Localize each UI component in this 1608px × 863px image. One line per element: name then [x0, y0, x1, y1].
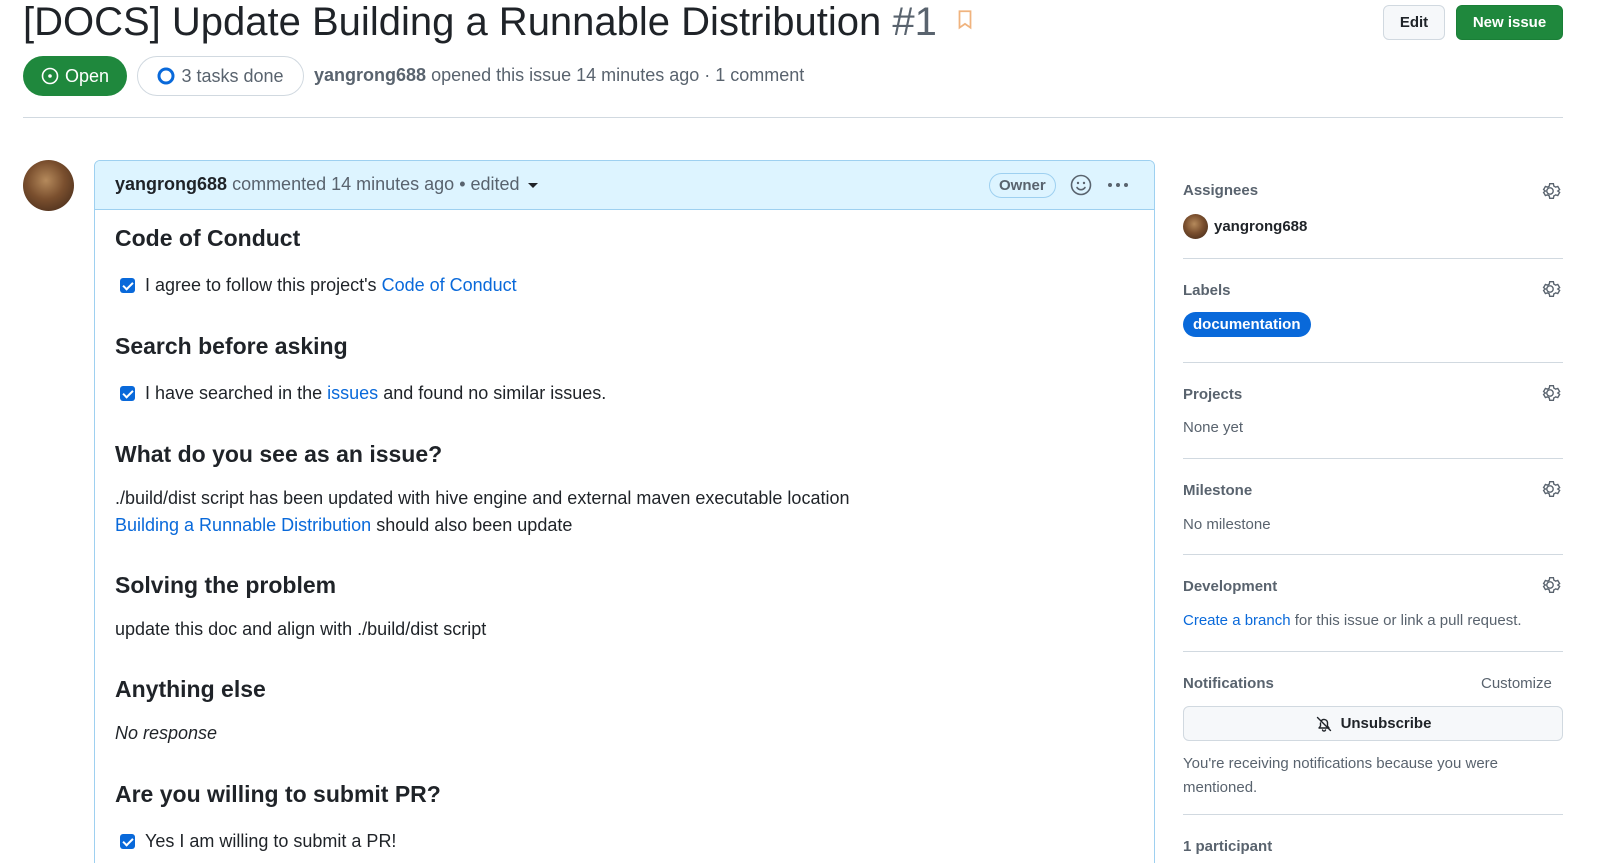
projects-value: None yet	[1183, 419, 1244, 436]
comment-meta: yangrong688 commented 14 minutes ago • e…	[115, 174, 538, 195]
unsubscribe-label: Unsubscribe	[1340, 715, 1432, 732]
issue-title-text: [DOCS] Update Building a Runnable Distri…	[23, 0, 882, 44]
coc-task: I agree to follow this project's Code of…	[120, 275, 517, 296]
projects-gear-icon[interactable]	[1539, 382, 1561, 404]
edited-label: • edited	[459, 174, 520, 194]
assignees-heading: Assignees	[1183, 182, 1259, 199]
assignee-item[interactable]: yangrong688	[1183, 214, 1307, 239]
caret-down-icon	[527, 182, 538, 188]
assignee-avatar	[1183, 214, 1208, 239]
bell-slash-icon	[1316, 716, 1331, 732]
sidebar-divider	[1183, 362, 1563, 363]
sidebar-divider	[1183, 554, 1563, 555]
smiley-icon[interactable]	[1070, 174, 1092, 196]
issue-opened-icon	[41, 67, 59, 85]
search-heading: Search before asking	[115, 333, 348, 359]
issue-author-link[interactable]: yangrong688	[314, 65, 426, 85]
issue-opened-text: opened this issue 14 minutes ago · 1 com…	[431, 65, 805, 85]
issue-line-2-post: should also been update	[376, 515, 573, 535]
tasks-badge[interactable]: 3 tasks done	[137, 56, 304, 96]
search-checkbox[interactable]	[120, 386, 135, 401]
label-documentation[interactable]: documentation	[1183, 312, 1311, 337]
issue-line-1: ./build/dist script has been updated wit…	[115, 488, 850, 508]
owner-badge: Owner	[989, 173, 1056, 198]
header-divider	[23, 117, 1563, 118]
assignees-gear-icon[interactable]	[1539, 180, 1561, 202]
development-text-post: for this issue or link a pull request.	[1294, 612, 1522, 629]
pr-text: Yes I am willing to submit a PR!	[145, 831, 397, 851]
development-heading: Development	[1183, 578, 1278, 595]
issue-number: #1	[892, 0, 937, 44]
comment-author-link[interactable]: yangrong688	[115, 174, 227, 194]
issue-comment: yangrong688 commented 14 minutes ago • e…	[94, 160, 1155, 863]
new-issue-button[interactable]: New issue	[1456, 5, 1563, 40]
solve-text: update this doc and align with ./build/d…	[115, 619, 487, 639]
else-text: No response	[115, 723, 218, 743]
issue-meta: yangrong688 opened this issue 14 minutes…	[314, 65, 804, 86]
pr-task: Yes I am willing to submit a PR!	[120, 831, 396, 852]
labels-heading: Labels	[1183, 282, 1231, 299]
edit-button[interactable]: Edit	[1383, 5, 1445, 40]
notification-reason: You're receiving notifications because y…	[1183, 755, 1498, 796]
milestone-gear-icon[interactable]	[1539, 478, 1561, 500]
avatar[interactable]	[23, 160, 74, 211]
comment-header: yangrong688 commented 14 minutes ago • e…	[95, 161, 1154, 210]
coc-text: I agree to follow this project's Code of…	[145, 275, 517, 296]
tasks-label: 3 tasks done	[181, 65, 284, 86]
pr-heading: Are you willing to submit PR?	[115, 781, 441, 807]
comment-edited-dropdown[interactable]: • edited	[459, 174, 538, 194]
issue-line-2: Building a Runnable Distribution should …	[115, 515, 572, 536]
issues-link[interactable]: issues	[327, 383, 378, 403]
progress-circle-icon	[157, 67, 175, 85]
bookmark-icon[interactable]	[956, 9, 974, 31]
customize-link[interactable]: Customize	[1481, 675, 1552, 692]
sidebar-divider	[1183, 258, 1563, 259]
issue-state-badge: Open	[23, 56, 127, 96]
issue-state-label: Open	[64, 65, 110, 86]
search-text: I have searched in the issues and found …	[145, 383, 606, 404]
issue-heading: What do you see as an issue?	[115, 441, 443, 467]
development-text: Create a branch for this issue or link a…	[1183, 612, 1522, 629]
milestone-heading: Milestone	[1183, 482, 1253, 499]
coc-heading: Code of Conduct	[115, 225, 301, 251]
pr-checkbox[interactable]	[120, 834, 135, 849]
search-text-post: and found no similar issues.	[383, 383, 607, 403]
unsubscribe-button[interactable]: Unsubscribe	[1183, 706, 1563, 741]
assignee-name: yangrong688	[1214, 218, 1308, 235]
issue-title: [DOCS] Update Building a Runnable Distri…	[23, 0, 974, 44]
comment-time[interactable]: commented 14 minutes ago	[232, 174, 454, 194]
participants-heading: 1 participant	[1183, 838, 1273, 855]
labels-gear-icon[interactable]	[1539, 278, 1561, 300]
coc-link[interactable]: Code of Conduct	[382, 275, 517, 295]
sidebar-divider	[1183, 651, 1563, 652]
projects-heading: Projects	[1183, 386, 1243, 403]
solve-heading: Solving the problem	[115, 572, 337, 598]
notifications-heading: Notifications	[1183, 675, 1274, 692]
development-gear-icon[interactable]	[1539, 574, 1561, 596]
create-branch-link[interactable]: Create a branch	[1183, 612, 1291, 629]
milestone-value: No milestone	[1183, 516, 1271, 533]
sidebar-divider	[1183, 458, 1563, 459]
sidebar-divider	[1183, 814, 1563, 815]
coc-text-pre: I agree to follow this project's	[145, 275, 377, 295]
coc-checkbox[interactable]	[120, 278, 135, 293]
runnable-distribution-link[interactable]: Building a Runnable Distribution	[115, 515, 371, 535]
search-text-pre: I have searched in the	[145, 383, 323, 403]
search-task: I have searched in the issues and found …	[120, 383, 606, 404]
else-heading: Anything else	[115, 676, 266, 702]
kebab-horizontal-icon[interactable]	[1106, 175, 1130, 195]
